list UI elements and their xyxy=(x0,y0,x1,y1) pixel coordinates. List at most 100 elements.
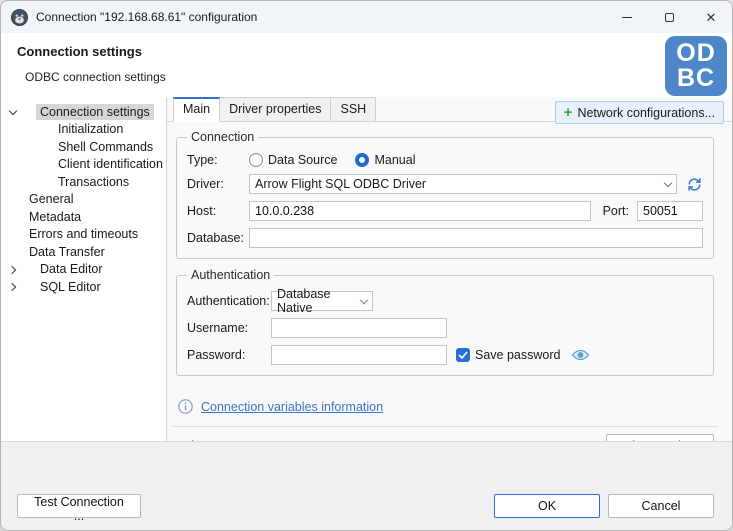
sidebar-item-data-editor[interactable]: Data Editor xyxy=(1,261,166,279)
host-input[interactable] xyxy=(249,201,591,221)
chevron-down-icon xyxy=(664,178,672,186)
sidebar-item-metadata[interactable]: Metadata xyxy=(1,208,166,226)
minimize-icon xyxy=(622,17,632,18)
page-subtitle: ODBC connection settings xyxy=(25,70,732,84)
tab-driver-properties[interactable]: Driver properties xyxy=(220,97,331,121)
tab-ssh[interactable]: SSH xyxy=(331,97,376,121)
authentication-label: Authentication: xyxy=(187,294,271,308)
sidebar-item-label: Shell Commands xyxy=(54,139,157,155)
database-input[interactable] xyxy=(249,228,703,248)
minimize-button[interactable] xyxy=(606,1,648,33)
chevron-down-icon[interactable] xyxy=(9,107,17,115)
password-input[interactable] xyxy=(271,345,447,365)
radio-manual-label: Manual xyxy=(374,153,415,167)
test-connection-button[interactable]: Test Connection ... xyxy=(17,494,141,518)
ok-button[interactable]: OK xyxy=(494,494,600,518)
odbc-logo-line2: BC xyxy=(677,66,715,91)
footer-buttons: OK Cancel xyxy=(494,494,714,518)
save-password-label: Save password xyxy=(475,348,560,362)
driver-row: Driver: Arrow Flight SQL ODBC Driver xyxy=(187,174,703,194)
host-row: Host: Port: xyxy=(187,201,703,221)
titlebar: Connection "192.168.68.61" configuration… xyxy=(1,1,732,33)
connection-variables-link[interactable]: Connection variables information xyxy=(201,400,383,414)
tab-bar: Main Driver properties SSH + Network con… xyxy=(167,97,732,122)
save-password-checkbox[interactable] xyxy=(456,348,470,362)
password-row: Password: Save password xyxy=(187,345,703,365)
radio-data-source-circle xyxy=(249,153,263,167)
maximize-icon xyxy=(665,13,674,22)
driver-separator xyxy=(172,426,718,427)
page-title: Connection settings xyxy=(17,44,732,59)
sidebar-item-shell-commands[interactable]: Shell Commands xyxy=(1,138,166,156)
tab-main[interactable]: Main xyxy=(173,97,220,122)
chevron-right-icon[interactable] xyxy=(8,283,16,291)
radio-data-source-label: Data Source xyxy=(268,153,337,167)
port-input[interactable] xyxy=(637,201,703,221)
authentication-select-value: Database Native xyxy=(277,287,361,315)
dialog-header: Connection settings ODBC connection sett… xyxy=(1,33,732,97)
password-label: Password: xyxy=(187,348,271,362)
host-label: Host: xyxy=(187,204,249,218)
sidebar-item-label: Transactions xyxy=(54,174,133,190)
sidebar-item-label: Client identification xyxy=(54,156,167,172)
connection-group: Connection Type: Data Source Manual xyxy=(176,130,714,259)
driver-label: Driver: xyxy=(187,177,249,191)
app-icon xyxy=(11,9,28,26)
authentication-group: Authentication Authentication: Database … xyxy=(176,268,714,376)
database-label: Database: xyxy=(187,231,249,245)
cancel-button[interactable]: Cancel xyxy=(608,494,714,518)
maximize-button[interactable] xyxy=(648,1,690,33)
driver-select[interactable]: Arrow Flight SQL ODBC Driver xyxy=(249,174,677,194)
chevron-right-icon[interactable] xyxy=(8,265,16,273)
sidebar-item-label: Initialization xyxy=(54,121,127,137)
sidebar-item-label: Data Transfer xyxy=(25,244,109,260)
network-configurations-button[interactable]: + Network configurations... xyxy=(555,101,724,124)
driver-select-value: Arrow Flight SQL ODBC Driver xyxy=(255,177,426,191)
sidebar-item-initialization[interactable]: Initialization xyxy=(1,121,166,139)
connection-type-radio-group: Data Source Manual xyxy=(249,153,415,167)
type-label: Type: xyxy=(187,153,249,167)
sidebar-item-sql-editor[interactable]: SQL Editor xyxy=(1,278,166,296)
sidebar-item-transactions[interactable]: Transactions xyxy=(1,173,166,191)
chevron-down-icon xyxy=(360,295,368,303)
reload-driver-icon[interactable] xyxy=(686,176,703,193)
sidebar-item-label: General xyxy=(25,191,77,207)
radio-manual-circle xyxy=(355,153,369,167)
sidebar-item-label: SQL Editor xyxy=(36,279,105,295)
authentication-select[interactable]: Database Native xyxy=(271,291,373,311)
connection-variables-row: Connection variables information xyxy=(178,399,714,414)
sidebar-item-label: Errors and timeouts xyxy=(25,226,142,242)
window-title: Connection "192.168.68.61" configuration xyxy=(36,10,257,24)
port-label: Port: xyxy=(603,204,629,218)
sidebar-item-label: Data Editor xyxy=(36,261,107,277)
database-row: Database: xyxy=(187,228,703,248)
show-password-eye-icon[interactable] xyxy=(571,348,590,362)
radio-manual[interactable]: Manual xyxy=(355,153,415,167)
odbc-logo: OD BC xyxy=(665,36,727,96)
odbc-logo-line1: OD xyxy=(676,41,716,66)
sidebar-item-errors-and-timeouts[interactable]: Errors and timeouts xyxy=(1,226,166,244)
sidebar-item-data-transfer[interactable]: Data Transfer xyxy=(1,243,166,261)
sidebar-item-client-identification[interactable]: Client identification xyxy=(1,156,166,174)
sidebar-item-general[interactable]: General xyxy=(1,191,166,209)
connection-group-legend: Connection xyxy=(187,130,258,144)
authentication-group-legend: Authentication xyxy=(187,268,274,282)
network-configurations-label: Network configurations... xyxy=(577,106,715,120)
info-icon xyxy=(178,399,193,414)
dialog-body: Connection settingsInitialization Shell C… xyxy=(1,97,732,441)
close-button[interactable]: ✕ xyxy=(690,1,732,33)
username-row: Username: xyxy=(187,318,703,338)
authentication-row: Authentication: Database Native xyxy=(187,291,703,311)
radio-data-source[interactable]: Data Source xyxy=(249,153,337,167)
username-label: Username: xyxy=(187,321,271,335)
plus-icon: + xyxy=(564,105,573,120)
close-icon: ✕ xyxy=(706,11,717,24)
sidebar-tree: Connection settingsInitialization Shell C… xyxy=(1,97,167,441)
main-panel: Main Driver properties SSH + Network con… xyxy=(167,97,732,441)
type-row: Type: Data Source Manual xyxy=(187,153,703,167)
sidebar-item-label: Connection settings xyxy=(36,104,154,120)
dialog-footer: Test Connection ... OK Cancel xyxy=(1,441,732,531)
window-controls: ✕ xyxy=(606,1,732,33)
sidebar-item-connection-settings[interactable]: Connection settings xyxy=(1,103,166,121)
username-input[interactable] xyxy=(271,318,447,338)
